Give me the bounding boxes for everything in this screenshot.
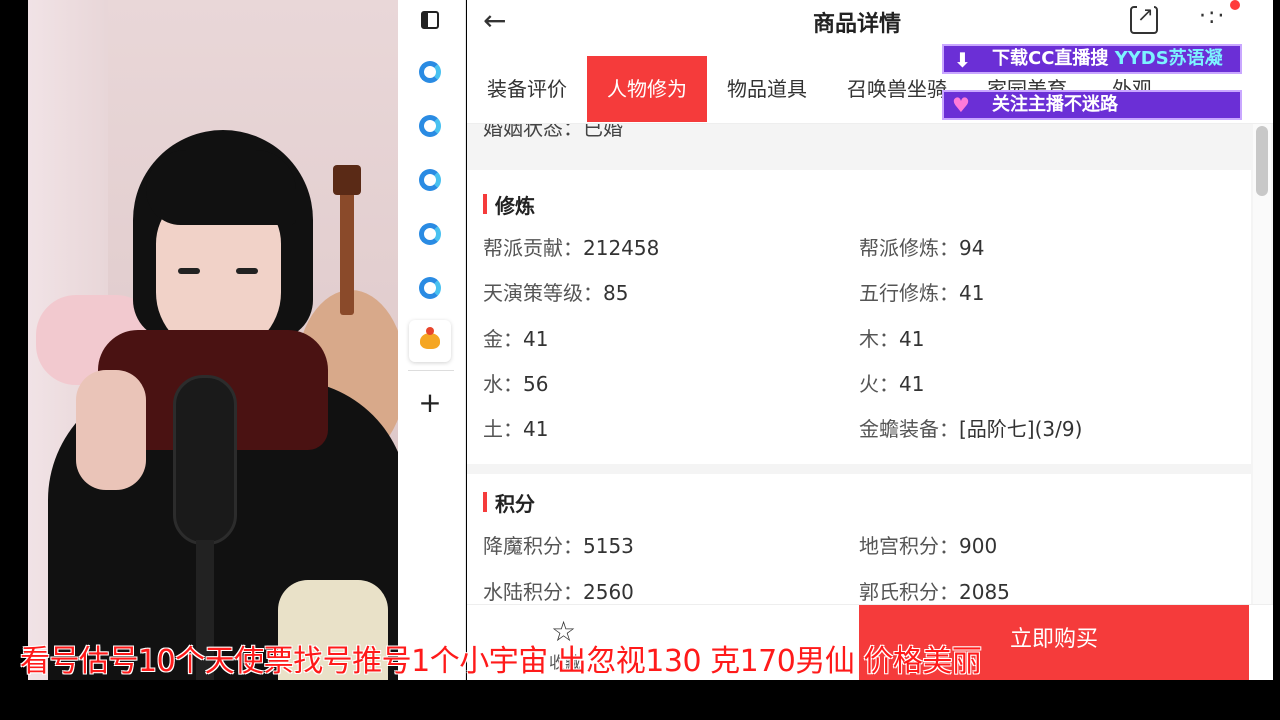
stat-wood: 木：41: [859, 327, 925, 351]
game-mascot-icon: [420, 327, 440, 349]
banner-text: 关注主播不迷路: [992, 94, 1118, 115]
browser-tab-active[interactable]: [409, 320, 451, 362]
scrollbar[interactable]: [1253, 124, 1271, 604]
notification-dot: [1230, 0, 1240, 10]
stat-dungeon-points: 地宫积分：900: [859, 534, 998, 558]
tab-panel-button[interactable]: [414, 4, 446, 36]
streamer-name: YYDS苏语凝: [1114, 48, 1223, 69]
browser-tab-2[interactable]: [414, 110, 446, 142]
browser-tab-4[interactable]: [414, 218, 446, 250]
streamer-camera: [28, 0, 398, 680]
browser-logo-icon: [419, 115, 441, 137]
follow-banner: ♥ 关注主播不迷路: [942, 90, 1242, 120]
section-title: 修炼: [483, 190, 535, 219]
tab-panel-icon: [421, 11, 439, 29]
points-section: 积分 降魔积分：5153 地宫积分：900 水陆积分：2560 郭氏积分：208…: [467, 474, 1251, 604]
tab-equipment-review[interactable]: 装备评价: [467, 56, 587, 122]
heart-icon: ♥: [952, 93, 970, 117]
stat-shuilu-points: 水陆积分：2560: [483, 580, 634, 604]
stat-water: 水：56: [483, 372, 549, 396]
right-eye: [236, 268, 258, 274]
streamer-bangs: [146, 150, 296, 225]
download-banner: ⬇ 下载CC直播搜 YYDS苏语凝: [942, 44, 1242, 74]
browser-tab-1[interactable]: [414, 56, 446, 88]
stat-metal: 金：41: [483, 327, 549, 351]
browser-logo-icon: [419, 61, 441, 83]
stat-guo-points: 郭氏积分：2085: [859, 580, 1010, 604]
tab-character-cultivation[interactable]: 人物修为: [587, 56, 707, 122]
stat-tianyance-level: 天演策等级：85: [483, 281, 629, 305]
stat-guild-contribution: 帮派贡献：212458: [483, 236, 660, 260]
browser-logo-icon: [419, 169, 441, 191]
cultivation-section: 修炼 帮派贡献：212458 帮派修炼：94 天演策等级：85 五行修炼：41 …: [467, 170, 1251, 464]
marriage-status: 婚姻状态：已婚: [483, 124, 623, 140]
divider: [408, 370, 454, 371]
browser-tab-5[interactable]: [414, 272, 446, 304]
download-icon: ⬇: [954, 48, 971, 72]
hand: [76, 370, 146, 490]
stream-ticker-text: 看号估号10个天使票找号推号1个小宇宙 出忽视130 克170男仙 价格美丽: [20, 644, 982, 679]
guitar-head: [333, 165, 361, 195]
browser-side-strip: +: [398, 0, 466, 680]
stat-five-elements: 五行修炼：41: [859, 281, 985, 305]
tab-items[interactable]: 物品道具: [707, 56, 827, 122]
stat-earth: 土：41: [483, 417, 549, 441]
left-eye: [178, 268, 200, 274]
share-icon[interactable]: [1130, 2, 1158, 34]
browser-logo-icon: [419, 223, 441, 245]
stat-fire: 火：41: [859, 372, 925, 396]
banner-text: 下载CC直播搜: [992, 48, 1115, 69]
stat-guild-cultivation: 帮派修炼：94: [859, 236, 985, 260]
browser-logo-icon: [419, 277, 441, 299]
stat-golden-toad-equipment: 金蟾装备：[品阶七](3/9): [859, 417, 1083, 441]
more-icon[interactable]: ·:·: [1199, 4, 1226, 29]
browser-tab-3[interactable]: [414, 164, 446, 196]
new-tab-button[interactable]: +: [414, 388, 446, 420]
stat-demon-points: 降魔积分：5153: [483, 534, 634, 558]
section-title: 积分: [483, 488, 535, 517]
guitar-neck: [340, 175, 354, 315]
microphone: [173, 375, 237, 545]
scrollbar-thumb[interactable]: [1256, 126, 1268, 196]
